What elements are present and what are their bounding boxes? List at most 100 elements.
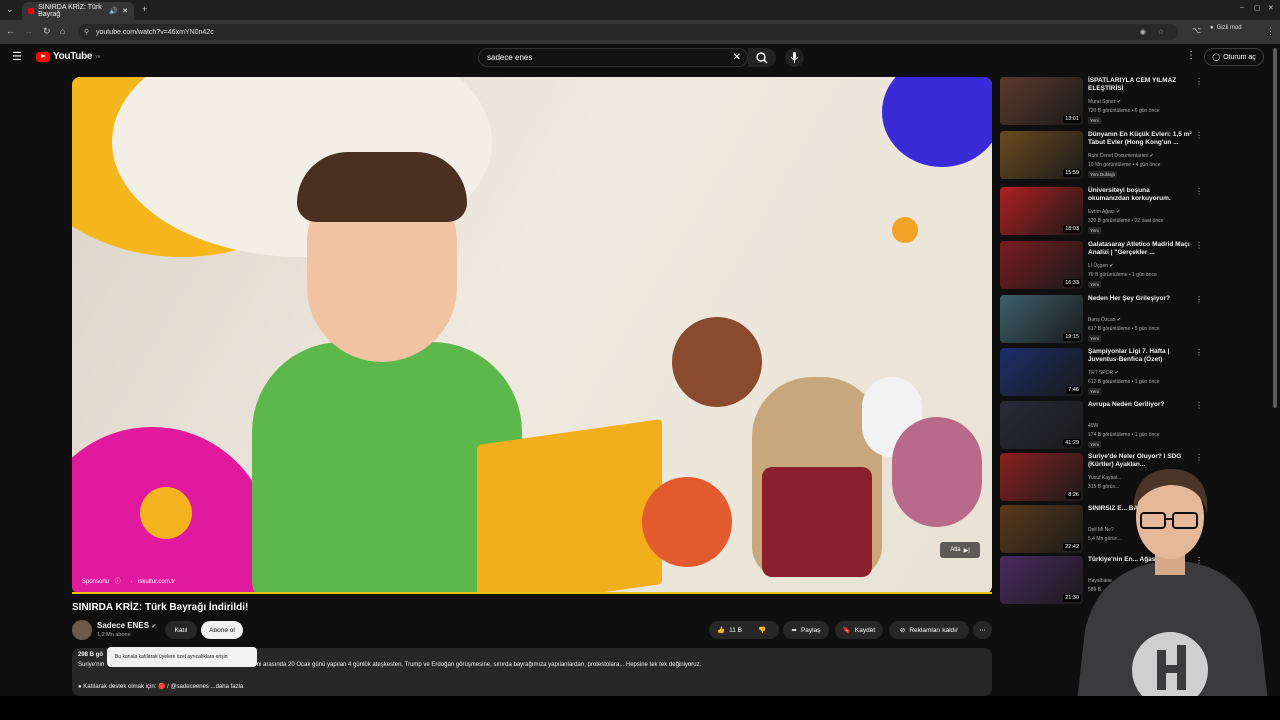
back-icon[interactable]: ← bbox=[6, 26, 15, 36]
recommendation-title[interactable]: Şampiyonlar Ligi 7. Hafta | Juventus-Ben… bbox=[1088, 348, 1192, 364]
recommendation-title[interactable]: Neden Her Şey Grileşiyor? bbox=[1088, 295, 1192, 303]
more-options-icon[interactable]: ⋮ bbox=[1195, 401, 1203, 410]
recommendation-title[interactable]: İSPATLARIYLA CEM YILMAZ ELEŞTİRİSİ bbox=[1088, 77, 1192, 93]
info-icon[interactable]: ⓘ bbox=[115, 579, 121, 585]
clear-search-icon[interactable]: ✕ bbox=[733, 52, 741, 63]
sign-in-label: Oturum aç bbox=[1223, 53, 1256, 61]
more-options-icon[interactable]: ⋮ bbox=[1195, 295, 1203, 304]
tracking-off-icon[interactable]: ◉ bbox=[1140, 28, 1146, 36]
recommendation-item[interactable]: 15:59 Dünyanın En Küçük Evleri: 1,5 m² Ta… bbox=[1000, 131, 1203, 181]
subscribe-button[interactable]: Abone ol bbox=[201, 621, 243, 639]
dislike-icon[interactable]: 👎 bbox=[758, 626, 766, 634]
youtube-play-icon bbox=[36, 51, 50, 62]
recommendation-thumbnail[interactable]: 16:33 bbox=[1000, 241, 1083, 289]
presenter-overlay bbox=[1075, 468, 1270, 720]
recommendation-title[interactable]: Avrupa Neden Geriliyor? bbox=[1088, 401, 1192, 409]
recommendation-thumbnail[interactable]: 18:03 bbox=[1000, 187, 1083, 235]
recommendation-item[interactable]: 16:33 Galatasaray Atletico Madrid Maçı An… bbox=[1000, 241, 1203, 291]
forward-icon[interactable]: → bbox=[24, 26, 33, 36]
join-button[interactable]: Katıl bbox=[165, 621, 197, 639]
recommendation-channel[interactable]: Ruhi Cenet Documentaries ✔ bbox=[1088, 153, 1154, 159]
recommendation-channel[interactable]: 49W bbox=[1088, 423, 1098, 429]
recommendation-meta: 320 B görüntüleme • 22 saat önce bbox=[1088, 218, 1164, 224]
recommendation-thumbnail[interactable]: 19:15 bbox=[1000, 295, 1083, 343]
new-badge: Yeni bbox=[1088, 117, 1101, 124]
extensions-icon[interactable]: ⌥ bbox=[1192, 26, 1201, 35]
save-button[interactable]: 🔖 Kaydet bbox=[835, 621, 883, 639]
join-tooltip: Bu kanala katılarak üyelere özel ayrıcal… bbox=[107, 647, 257, 667]
sign-in-button[interactable]: ◯ Oturum aç bbox=[1204, 48, 1264, 66]
channel-avatar[interactable] bbox=[72, 620, 92, 640]
incognito-indicator[interactable]: ● Gizli mod bbox=[1210, 25, 1242, 31]
recommendation-title[interactable]: Dünyanın En Küçük Evleri: 1,5 m² Tabut E… bbox=[1088, 131, 1192, 147]
sponsor-domain[interactable]: iskultur.com.tr bbox=[138, 579, 175, 585]
recommendation-title[interactable]: Üniversiteyi boşuna okumanızdan korkuyor… bbox=[1088, 187, 1192, 203]
new-tab-icon[interactable]: + bbox=[142, 4, 147, 14]
recommendation-meta: 617 B görüntüleme • 5 gün önce bbox=[1088, 326, 1160, 332]
more-options-icon[interactable]: ⋮ bbox=[1195, 241, 1203, 250]
search-input[interactable]: sadece enes ✕ bbox=[478, 48, 748, 67]
page-scrollbar[interactable] bbox=[1273, 48, 1277, 408]
recommendation-thumbnail[interactable]: 13:01 bbox=[1000, 77, 1083, 125]
more-options-icon[interactable]: ⋮ bbox=[1195, 131, 1203, 140]
site-info-icon[interactable]: ⚲ bbox=[84, 28, 89, 36]
share-button[interactable]: ➦ Paylaş bbox=[783, 621, 829, 639]
share-icon: ➦ bbox=[791, 627, 797, 634]
voice-search-button[interactable] bbox=[785, 48, 804, 67]
sponsor-label: Sponsorlu ⓘ · iskultur.com.tr bbox=[82, 576, 175, 585]
recommendation-channel[interactable]: Evrim Ağacı ✔ bbox=[1088, 209, 1120, 215]
like-count[interactable]: 11 B bbox=[729, 627, 742, 634]
recommendation-title[interactable]: Galatasaray Atletico Madrid Maçı Analizi… bbox=[1088, 241, 1192, 257]
more-options-icon[interactable]: ⋮ bbox=[1195, 348, 1203, 357]
video-duration: 41:29 bbox=[1063, 439, 1081, 447]
recommendation-channel[interactable]: Lİ Üçgen ✔ bbox=[1088, 263, 1114, 269]
recommendation-item[interactable]: 18:03 Üniversiteyi boşuna okumanızdan kor… bbox=[1000, 187, 1203, 237]
recommendation-channel[interactable]: TRT SPOR ✔ bbox=[1088, 370, 1119, 376]
recommendation-item[interactable]: 13:01 İSPATLARIYLA CEM YILMAZ ELEŞTİRİSİ M… bbox=[1000, 77, 1203, 127]
speaker-icon[interactable]: 🔊 bbox=[109, 7, 118, 15]
recommendation-item[interactable]: 41:29 Avrupa Neden Geriliyor? 49W 174 B gör… bbox=[1000, 401, 1203, 451]
recommendation-item[interactable]: 19:15 Neden Her Şey Grileşiyor? Barış Özca… bbox=[1000, 295, 1203, 345]
recommendation-channel[interactable]: Murat Soner ✔ bbox=[1088, 99, 1121, 105]
home-icon[interactable]: ⌂ bbox=[60, 26, 65, 36]
minimize-icon[interactable]: – bbox=[1240, 4, 1244, 11]
ad-progress-bar[interactable] bbox=[72, 592, 992, 594]
yellow-book bbox=[477, 418, 662, 594]
description-views: 298 B gö bbox=[78, 652, 104, 658]
skip-next-icon: ▶| bbox=[963, 547, 970, 554]
boy-hair bbox=[297, 152, 467, 222]
incognito-icon: ● bbox=[1210, 25, 1214, 31]
recommendation-channel[interactable]: Barış Özcan ✔ bbox=[1088, 317, 1121, 323]
more-actions-button[interactable]: ⋯ bbox=[973, 621, 992, 639]
youtube-logo[interactable]: YouTube TR bbox=[36, 51, 101, 62]
maximize-icon[interactable]: ▢ bbox=[1254, 4, 1261, 12]
more-options-icon[interactable]: ⋮ bbox=[1195, 187, 1203, 196]
video-duration: 13:01 bbox=[1063, 115, 1081, 123]
like-icon[interactable]: 👍 bbox=[717, 626, 725, 634]
address-field[interactable]: ⚲ youtube.com/watch?v=46xmYN0n42c ◉ ☆ bbox=[78, 24, 1178, 40]
like-dislike-group: 👍 11 B 👎 bbox=[709, 621, 779, 639]
window-close-icon[interactable]: ✕ bbox=[1268, 4, 1274, 12]
recommendation-thumbnail[interactable]: 15:59 bbox=[1000, 131, 1083, 179]
recommendation-thumbnail[interactable]: 7:46 bbox=[1000, 348, 1083, 396]
hamburger-menu-icon[interactable]: ☰ bbox=[12, 50, 22, 63]
tab-close-icon[interactable]: ✕ bbox=[122, 7, 128, 15]
channel-name[interactable]: Sadece ENES ✔ bbox=[97, 621, 156, 630]
video-player[interactable] bbox=[72, 77, 992, 594]
bookmark-star-icon[interactable]: ☆ bbox=[1158, 28, 1164, 36]
no-ads-icon: ⊘ bbox=[899, 627, 906, 634]
remove-ads-button[interactable]: ⊘ Reklamları kaldır bbox=[889, 621, 969, 639]
skip-ad-button[interactable]: Atla ▶| bbox=[940, 542, 980, 558]
settings-more-icon[interactable]: ⋮ bbox=[1186, 50, 1196, 61]
browser-menu-icon[interactable]: ⋮ bbox=[1266, 26, 1275, 37]
more-options-icon[interactable]: ⋮ bbox=[1195, 77, 1203, 86]
recommendation-thumbnail[interactable]: 41:29 bbox=[1000, 401, 1083, 449]
recommendation-item[interactable]: 7:46 Şampiyonlar Ligi 7. Hafta | Juventus… bbox=[1000, 348, 1203, 398]
video-duration: 7:46 bbox=[1066, 386, 1081, 394]
tab-list-icon[interactable]: ⌄ bbox=[6, 4, 14, 15]
reload-icon[interactable]: ↻ bbox=[43, 26, 51, 37]
new-badge: Yeni bbox=[1088, 441, 1101, 448]
browser-tab[interactable]: SINIRDA KRİZ: Türk Bayrağ 🔊 ✕ bbox=[22, 2, 134, 20]
search-button[interactable] bbox=[748, 48, 776, 67]
remove-ads-label: Reklamları kaldır bbox=[909, 626, 959, 634]
